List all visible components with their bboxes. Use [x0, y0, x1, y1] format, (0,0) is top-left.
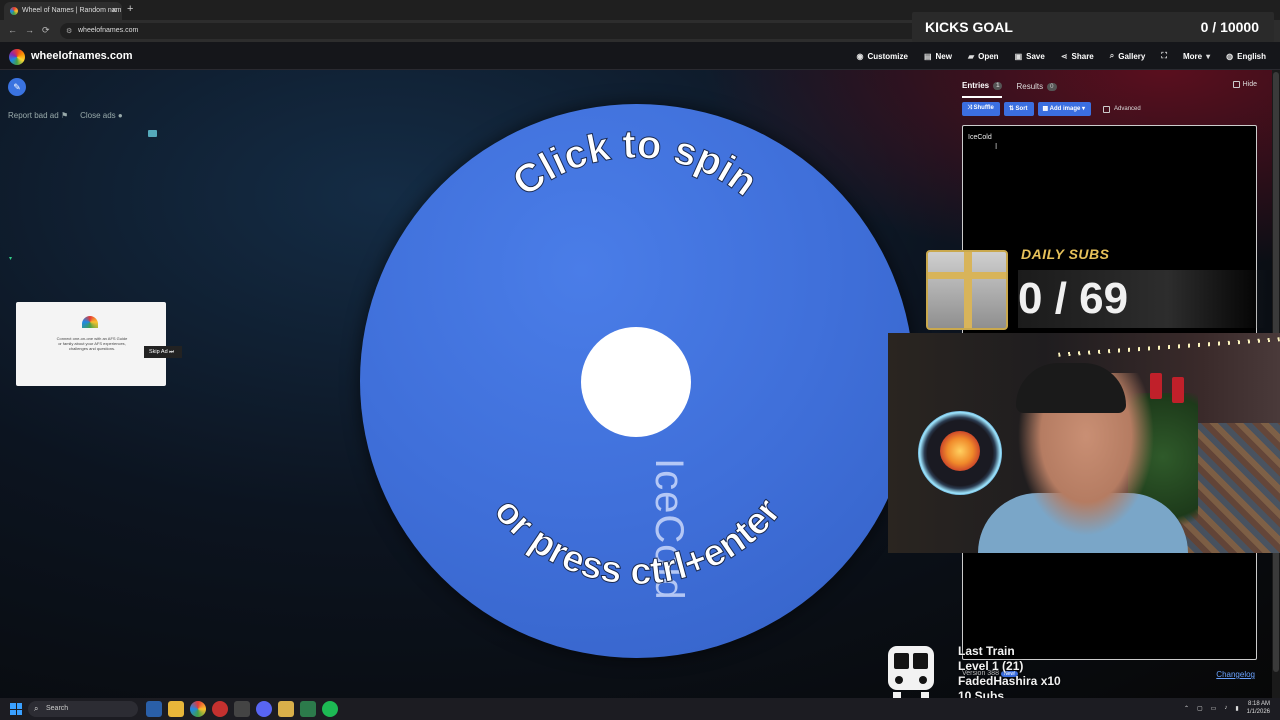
clock-date: 1/1/2026 — [1246, 709, 1270, 715]
phoenix-icon — [940, 431, 980, 471]
tray-app-icon[interactable]: ▢ — [1197, 705, 1203, 712]
sort-label: Sort — [1015, 106, 1028, 112]
terminal-icon[interactable] — [234, 701, 250, 717]
spotify-icon[interactable] — [322, 701, 338, 717]
chevron-down-icon: ▾ — [1082, 106, 1086, 112]
last-train-level: Level 1 (21) — [958, 659, 1024, 673]
hide-toggle[interactable]: Hide — [1232, 81, 1257, 88]
results-count-badge: 0 — [1047, 82, 1057, 91]
sort-button[interactable]: ⇅ Sort — [1003, 102, 1034, 116]
advanced-label: Advanced — [1114, 106, 1141, 112]
last-train-user: FadedHashira x10 — [958, 674, 1061, 688]
tab-results-label: Results — [1016, 82, 1044, 91]
file-explorer-icon[interactable] — [168, 701, 184, 717]
image-icon: ▩ — [1042, 106, 1049, 112]
stocking-icon — [1172, 377, 1184, 403]
neon-phoenix-icon — [918, 411, 1002, 495]
add-image-label: Add image — [1049, 106, 1081, 112]
click-to-spin-text[interactable]: Click to spin — [504, 122, 766, 205]
excel-icon[interactable] — [300, 701, 316, 717]
goal-title: KICKS GOAL — [925, 19, 1013, 35]
chrome-icon[interactable] — [190, 701, 206, 717]
clock-time: 8:18 AM — [1247, 701, 1270, 707]
screen: Wheel of Names | Random nam × + ← → ⟳ ⚙ … — [0, 0, 1280, 720]
goal-progress: 0 / 10000 — [1200, 19, 1259, 35]
shuffle-label: Shuffle — [973, 105, 994, 111]
advanced-checkbox[interactable] — [1103, 105, 1111, 113]
changelog-link[interactable]: Changelog — [1216, 670, 1255, 679]
last-train-title: Last Train — [958, 644, 1015, 658]
hide-checkbox[interactable] — [1232, 81, 1240, 88]
last-train-overlay: Last Train Level 1 (21) FadedHashira x10… — [884, 644, 1134, 704]
gift-ribbon-vertical — [964, 252, 972, 328]
taskbar-search[interactable]: ⌕ Search — [28, 701, 138, 717]
ctrl-enter-hint-text: or press ctrl+enter — [486, 490, 789, 593]
text-cursor-icon: I — [995, 142, 998, 151]
hide-label: Hide — [1242, 81, 1257, 88]
system-tray: ⌃ ▢ ▭ ♪ ▮ 8:18 AM 1/1/2026 — [1184, 700, 1270, 716]
daily-subs-count: 0 / 69 — [1018, 270, 1268, 328]
discord-icon[interactable] — [256, 701, 272, 717]
entries-count-badge: 1 — [993, 81, 1003, 90]
streamer-cap — [1016, 363, 1126, 413]
taskbar-apps — [146, 701, 338, 717]
notes-app-icon[interactable] — [278, 701, 294, 717]
sort-icon: ⇅ — [1008, 106, 1014, 112]
kicks-goal-overlay: KICKS GOAL 0 / 10000 — [912, 12, 1274, 42]
network-icon[interactable]: ▭ — [1211, 705, 1217, 712]
daily-subs-overlay: DAILY SUBS 0 / 69 — [920, 242, 1280, 334]
train-icon — [888, 646, 934, 700]
volume-icon[interactable]: ♪ — [1224, 705, 1227, 711]
webcam-feed — [888, 333, 1280, 553]
battery-icon[interactable]: ▮ — [1235, 705, 1238, 712]
browser-app-icon[interactable] — [212, 701, 228, 717]
windows-start-icon[interactable] — [10, 703, 22, 715]
taskbar-search-label: Search — [46, 705, 69, 712]
tab-results[interactable]: Results 0 — [1016, 81, 1057, 98]
gift-icon — [926, 250, 1008, 330]
gift-ribbon-horizontal — [928, 272, 1006, 279]
task-view-icon[interactable] — [146, 701, 162, 717]
entry-line: IceCold — [968, 134, 992, 141]
tab-entries[interactable]: Entries 1 — [962, 81, 1003, 98]
tab-entries-label: Entries — [962, 81, 990, 90]
entries-toolbar: ⤨ Shuffle ⇅ Sort ▩ Add image ▾ Advanced — [962, 102, 1141, 116]
panel-tabs: Entries 1 Results 0 — [962, 81, 1057, 98]
shuffle-button[interactable]: ⤨ Shuffle — [962, 102, 1000, 116]
tray-expand-icon[interactable]: ⌃ — [1184, 705, 1189, 712]
string-lights — [1058, 337, 1280, 357]
search-icon: ⌕ — [34, 704, 39, 713]
daily-subs-label: DAILY SUBS — [1021, 246, 1110, 262]
clock[interactable]: 8:18 AM 1/1/2026 — [1247, 700, 1270, 716]
last-train-details: Last Train Level 1 (21) FadedHashira x10… — [958, 644, 1061, 704]
advanced-toggle[interactable]: Advanced — [1103, 105, 1141, 113]
os-taskbar: ⌕ Search ⌃ ▢ ▭ ♪ ▮ 8:18 AM 1/1/2026 — [0, 698, 1280, 720]
shuffle-icon: ⤨ — [967, 105, 972, 111]
add-image-button[interactable]: ▩ Add image ▾ — [1037, 102, 1092, 116]
